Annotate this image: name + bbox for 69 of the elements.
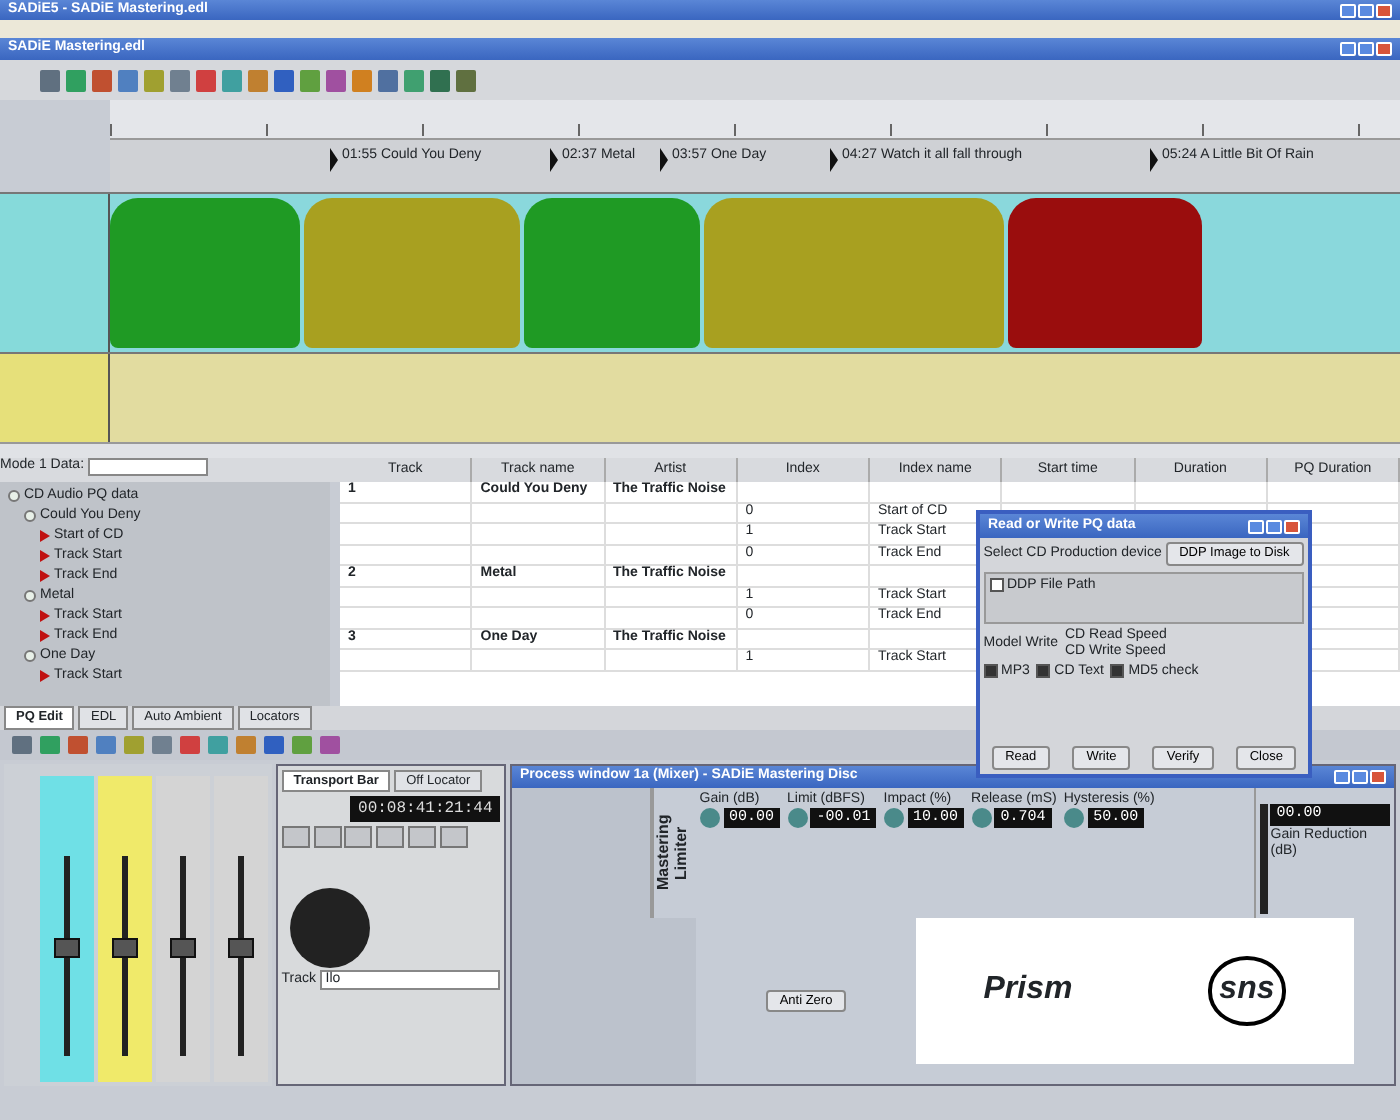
maximize-button[interactable]: [1358, 3, 1374, 17]
disc-icon: [24, 510, 36, 522]
tool-icon[interactable]: [66, 69, 86, 91]
play-marker-icon: [40, 530, 50, 542]
knob-icon[interactable]: [699, 808, 720, 829]
horizontal-scrollbar[interactable]: [0, 442, 1400, 458]
fader-thumb[interactable]: [228, 937, 254, 957]
close-button[interactable]: [1376, 3, 1392, 17]
play-marker-icon: [40, 670, 50, 682]
tool-icon[interactable]: [40, 69, 60, 91]
marker-flag-icon: [660, 148, 668, 172]
minimize-button[interactable]: [1340, 42, 1356, 56]
audio-clip[interactable]: [110, 198, 300, 348]
tool-icon[interactable]: [300, 69, 320, 91]
tool-icon[interactable]: [456, 69, 476, 91]
tool-icon[interactable]: [248, 69, 268, 91]
file-icon: [989, 578, 1004, 593]
tool-icon[interactable]: [326, 69, 346, 91]
play-marker-icon: [40, 550, 50, 562]
maximize-button[interactable]: [1266, 519, 1282, 533]
audio-clip[interactable]: [524, 198, 700, 348]
audio-clip[interactable]: [304, 198, 520, 348]
tool-icon[interactable]: [430, 69, 450, 91]
checkbox[interactable]: [983, 664, 998, 679]
time-display: 00:08:41:21:44: [350, 795, 501, 823]
tool-icon[interactable]: [170, 69, 190, 91]
knob-icon[interactable]: [971, 808, 992, 829]
checkbox[interactable]: [1036, 664, 1051, 679]
knob-icon[interactable]: [1063, 808, 1084, 829]
knob-icon[interactable]: [883, 808, 904, 829]
audio-clip[interactable]: [1008, 198, 1202, 348]
tool-icon[interactable]: [196, 69, 216, 91]
circle-logo: sns: [1207, 956, 1287, 1026]
tool-icon[interactable]: [274, 69, 294, 91]
close-button[interactable]: [1284, 519, 1300, 533]
tool-icon[interactable]: [222, 69, 242, 91]
minimize-button[interactable]: [1340, 3, 1356, 17]
marker-flag-icon: [1150, 148, 1158, 172]
tool-icon[interactable]: [92, 69, 112, 91]
maximize-button[interactable]: [1352, 770, 1368, 784]
minimize-button[interactable]: [1334, 770, 1350, 784]
audio-clip[interactable]: [704, 198, 1004, 348]
close-button[interactable]: [1370, 770, 1386, 784]
marker-flag-icon: [550, 148, 558, 172]
play-marker-icon: [40, 610, 50, 622]
tool-icon[interactable]: [352, 69, 372, 91]
fader-thumb[interactable]: [54, 937, 80, 957]
marker-flag-icon: [830, 148, 838, 172]
gain-reduction-meter: [1259, 804, 1268, 914]
disc-icon: [24, 650, 36, 662]
fader-thumb[interactable]: [170, 937, 196, 957]
mode-field[interactable]: [87, 458, 208, 476]
disc-icon: [24, 590, 36, 602]
maximize-button[interactable]: [1358, 42, 1374, 56]
play-marker-icon: [40, 630, 50, 642]
disc-icon: [8, 490, 20, 502]
fader-thumb[interactable]: [112, 937, 138, 957]
tool-icon[interactable]: [404, 69, 424, 91]
marker-flag-icon: [330, 148, 338, 172]
close-button[interactable]: [1376, 42, 1392, 56]
minimize-button[interactable]: [1248, 519, 1264, 533]
play-marker-icon: [40, 570, 50, 582]
jog-wheel[interactable]: [290, 887, 370, 968]
logo-text: Prism: [983, 972, 1073, 1010]
checkbox[interactable]: [1110, 664, 1125, 679]
tool-icon[interactable]: [118, 69, 138, 91]
knob-icon[interactable]: [787, 808, 808, 829]
tool-icon[interactable]: [144, 69, 164, 91]
tool-icon[interactable]: [378, 69, 398, 91]
